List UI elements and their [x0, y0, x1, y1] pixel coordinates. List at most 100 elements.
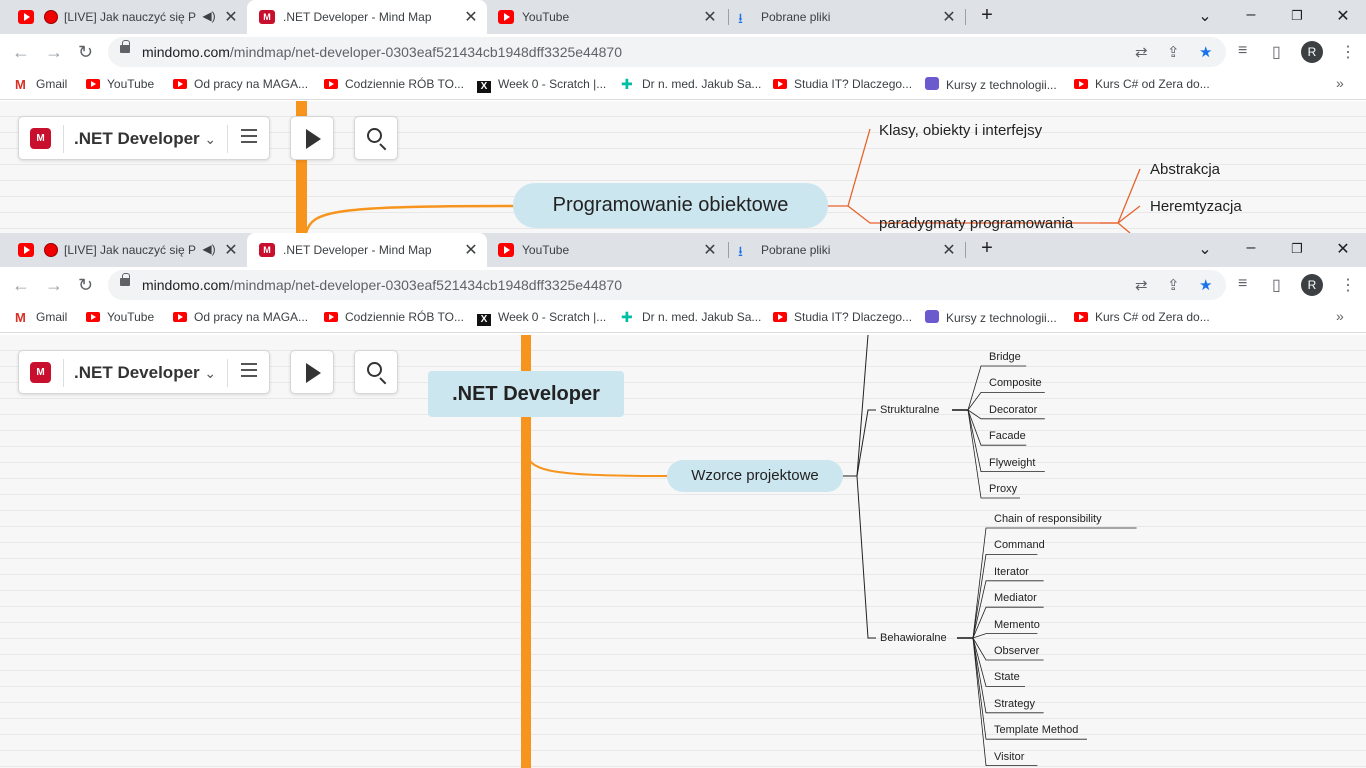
bookmark-item[interactable]: ✚ Dr n. med. Jakub Sa... — [621, 77, 761, 91]
side-panel-icon[interactable]: ▯ — [1272, 42, 1281, 62]
address-bar[interactable]: mindomo.com/mindmap/net-developer-0303ea… — [108, 37, 1226, 67]
restore-icon[interactable]: ❐ — [1287, 8, 1307, 24]
topic-klasy-obiekty-interfejsy[interactable]: Klasy, obiekty i interfejsy — [879, 122, 1042, 139]
mindomo-logo-icon[interactable]: M — [30, 128, 51, 149]
behawioralne-pattern-item[interactable]: Command — [994, 539, 1045, 551]
bookmark-item[interactable]: ✚ Dr n. med. Jakub Sa... — [621, 310, 761, 324]
central-topic[interactable]: .NET Developer — [428, 371, 624, 417]
close-tab-icon[interactable]: ✕ — [462, 7, 480, 27]
bookmark-item[interactable]: Codziennie RÓB TO... — [324, 77, 464, 91]
behawioralne-pattern-item[interactable]: Strategy — [994, 698, 1035, 710]
behawioralne-pattern-item[interactable]: State — [994, 671, 1020, 683]
tab-youtube[interactable]: YouTube ✕ — [488, 0, 728, 34]
strukturalne-pattern-item[interactable]: Bridge — [989, 351, 1021, 363]
reading-list-icon[interactable]: ≡ — [1238, 42, 1247, 60]
menu-kebab-icon[interactable]: ⋮ — [1340, 275, 1356, 295]
forward-icon[interactable]: → — [45, 42, 63, 63]
topic-wzorce-projektowe[interactable]: Wzorce projektowe — [667, 460, 843, 492]
hamburger-menu-icon[interactable] — [241, 129, 257, 143]
close-window-icon[interactable]: ✕ — [1333, 239, 1353, 259]
bookmark-item[interactable]: Studia IT? Dlaczego... — [773, 310, 912, 324]
reading-list-icon[interactable]: ≡ — [1238, 275, 1247, 293]
behawioralne-pattern-item[interactable]: Visitor — [994, 751, 1024, 763]
mindmap-canvas[interactable]: M .NET Developer ⌄ .NET Developer Wzorce… — [0, 335, 1366, 768]
bookmark-item[interactable]: Kursy z technologii... — [925, 310, 1057, 325]
bookmark-item[interactable]: M Gmail — [15, 310, 67, 324]
behawioralne-pattern-item[interactable]: Chain of responsibility — [994, 513, 1102, 525]
share-icon[interactable]: ⇪ — [1167, 43, 1180, 61]
translate-icon[interactable]: ⇄ — [1135, 276, 1148, 294]
tab-mindmap[interactable]: M .NET Developer - Mind Map ✕ — [247, 233, 487, 267]
behawioralne-pattern-item[interactable]: Observer — [994, 645, 1039, 657]
close-tab-icon[interactable]: ✕ — [701, 7, 719, 27]
url-text[interactable]: mindomo.com/mindmap/net-developer-0303ea… — [142, 277, 622, 293]
close-tab-icon[interactable]: ✕ — [222, 7, 240, 27]
reload-icon[interactable]: ↻ — [78, 42, 93, 63]
side-panel-icon[interactable]: ▯ — [1272, 275, 1281, 295]
back-icon[interactable]: ← — [12, 275, 30, 296]
bookmark-item[interactable]: YouTube — [86, 77, 154, 91]
tab-live[interactable]: [LIVE] Jak nauczyć się Pro ◀) ✕ — [0, 233, 246, 267]
behawioralne-pattern-item[interactable]: Mediator — [994, 592, 1037, 604]
forward-icon[interactable]: → — [45, 275, 63, 296]
map-title-dropdown[interactable]: .NET Developer ⌄ — [74, 363, 216, 383]
close-tab-icon[interactable]: ✕ — [222, 240, 240, 260]
topic-strukturalne[interactable]: Strukturalne — [880, 404, 939, 416]
bookmark-item[interactable]: Kurs C# od Zera do... — [1074, 77, 1210, 91]
profile-avatar[interactable]: R — [1301, 41, 1323, 63]
behawioralne-pattern-item[interactable]: Iterator — [994, 566, 1029, 578]
restore-icon[interactable]: ❐ — [1287, 241, 1307, 257]
url-text[interactable]: mindomo.com/mindmap/net-developer-0303ea… — [142, 44, 622, 60]
bookmark-star-icon[interactable]: ★ — [1199, 276, 1212, 294]
topic-abstrakcja[interactable]: Abstrakcja — [1150, 161, 1220, 178]
reload-icon[interactable]: ↻ — [78, 275, 93, 296]
strukturalne-pattern-item[interactable]: Decorator — [989, 404, 1037, 416]
topic-programowanie-obiektowe[interactable]: Programowanie obiektowe — [513, 183, 828, 228]
map-title-dropdown[interactable]: .NET Developer ⌄ — [74, 129, 216, 149]
tab-search-icon[interactable]: ⌄ — [1195, 239, 1215, 259]
tab-mindmap[interactable]: M .NET Developer - Mind Map ✕ — [247, 0, 487, 34]
bookmark-item[interactable]: YouTube — [86, 310, 154, 324]
presentation-play-button[interactable] — [290, 116, 334, 160]
close-tab-icon[interactable]: ✕ — [701, 240, 719, 260]
speaker-icon[interactable]: ◀) — [200, 242, 218, 256]
strukturalne-pattern-item[interactable]: Proxy — [989, 483, 1017, 495]
bookmark-item[interactable]: M Gmail — [15, 77, 67, 91]
presentation-play-button[interactable] — [290, 350, 334, 394]
bookmarks-overflow-button[interactable]: » — [1336, 75, 1344, 91]
bookmark-item[interactable]: Kurs C# od Zera do... — [1074, 310, 1210, 324]
bookmark-item[interactable]: Od pracy na MAGA... — [173, 77, 308, 91]
tab-search-icon[interactable]: ⌄ — [1195, 6, 1215, 26]
bookmark-item[interactable]: Kursy z technologii... — [925, 77, 1057, 92]
mindomo-logo-icon[interactable]: M — [30, 362, 51, 383]
address-bar[interactable]: mindomo.com/mindmap/net-developer-0303ea… — [108, 270, 1226, 300]
bookmark-item[interactable]: Od pracy na MAGA... — [173, 310, 308, 324]
back-icon[interactable]: ← — [12, 42, 30, 63]
share-icon[interactable]: ⇪ — [1167, 276, 1180, 294]
topic-heremtyzacja[interactable]: Heremtyzacja — [1150, 198, 1242, 215]
strukturalne-pattern-item[interactable]: Facade — [989, 430, 1026, 442]
close-tab-icon[interactable]: ✕ — [940, 7, 958, 27]
close-tab-icon[interactable]: ✕ — [940, 240, 958, 260]
translate-icon[interactable]: ⇄ — [1135, 43, 1148, 61]
search-button[interactable] — [354, 350, 398, 394]
close-tab-icon[interactable]: ✕ — [462, 240, 480, 260]
tab-downloads[interactable]: ⭳ Pobrane pliki ✕ — [730, 0, 966, 34]
bookmark-star-icon[interactable]: ★ — [1199, 43, 1212, 61]
speaker-icon[interactable]: ◀) — [200, 9, 218, 23]
menu-kebab-icon[interactable]: ⋮ — [1340, 42, 1356, 62]
bookmark-item[interactable]: X Week 0 - Scratch |... — [477, 77, 606, 93]
search-button[interactable] — [354, 116, 398, 160]
hamburger-menu-icon[interactable] — [241, 363, 257, 377]
topic-paradygmaty-programowania[interactable]: paradygmaty programowania — [879, 215, 1073, 232]
bookmark-item[interactable]: Studia IT? Dlaczego... — [773, 77, 912, 91]
close-window-icon[interactable]: ✕ — [1333, 6, 1353, 26]
minimize-icon[interactable]: – — [1241, 239, 1261, 257]
topic-behawioralne[interactable]: Behawioralne — [880, 632, 947, 644]
mindmap-canvas[interactable]: M .NET Developer ⌄ Programowanie obiekto… — [0, 101, 1366, 233]
tab-youtube[interactable]: YouTube ✕ — [488, 233, 728, 267]
bookmarks-overflow-button[interactable]: » — [1336, 308, 1344, 324]
strukturalne-pattern-item[interactable]: Flyweight — [989, 457, 1035, 469]
bookmark-item[interactable]: Codziennie RÓB TO... — [324, 310, 464, 324]
tab-live[interactable]: [LIVE] Jak nauczyć się Pro ◀) ✕ — [0, 0, 246, 34]
